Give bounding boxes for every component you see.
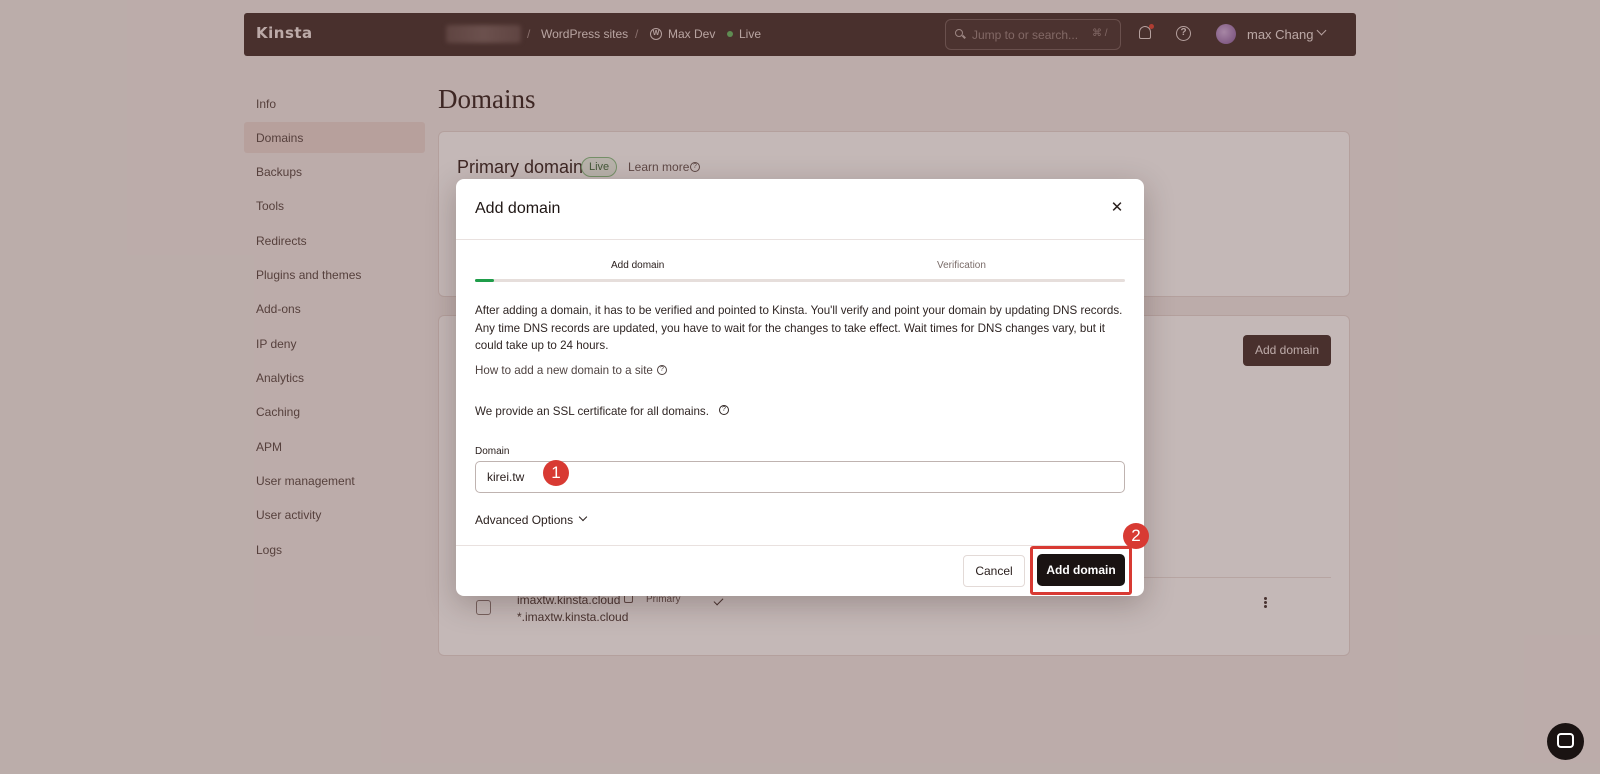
step-progress-fill — [475, 279, 494, 282]
question-icon[interactable]: ? — [719, 405, 729, 415]
modal-description: After adding a domain, it has to be veri… — [475, 304, 1123, 352]
modal-header-divider — [456, 239, 1144, 240]
step-marker-1: 1 — [543, 460, 569, 486]
step-progress-track — [475, 279, 1125, 282]
how-to-add-domain-link[interactable]: How to add a new domain to a site — [475, 364, 653, 377]
close-icon[interactable]: ✕ — [1110, 200, 1124, 215]
domain-field-label: Domain — [475, 446, 510, 457]
domain-input[interactable] — [475, 461, 1125, 493]
modal-title: Add domain — [475, 200, 561, 217]
question-icon[interactable]: ? — [657, 365, 667, 375]
ssl-note: We provide an SSL certificate for all do… — [475, 405, 709, 418]
step-add-domain: Add domain — [611, 260, 665, 271]
chat-icon[interactable] — [1557, 733, 1574, 748]
advanced-options-toggle[interactable]: Advanced Options — [475, 513, 573, 527]
step-verification: Verification — [937, 260, 986, 271]
add-domain-modal — [456, 179, 1144, 596]
cancel-button[interactable]: Cancel — [963, 555, 1025, 587]
submit-button-highlight — [1030, 546, 1132, 595]
step-marker-2: 2 — [1123, 523, 1149, 549]
